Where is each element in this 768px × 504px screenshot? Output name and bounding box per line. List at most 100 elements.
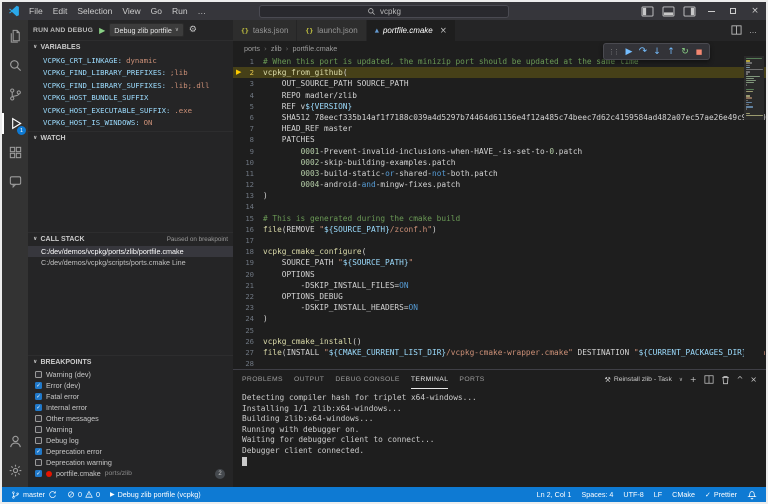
close-panel-icon[interactable]: × xyxy=(750,375,757,384)
line-number[interactable]: 18 xyxy=(233,246,263,257)
terminal-profile-chevron-icon[interactable]: ∨ xyxy=(679,377,683,383)
panel-tab-terminal[interactable]: TERMINAL xyxy=(411,370,449,389)
search-activity-icon[interactable] xyxy=(2,51,28,80)
source-control-icon[interactable] xyxy=(2,80,28,109)
task-indicator[interactable]: ⚒ Reinstall zlib - Task xyxy=(605,376,672,384)
restart-button[interactable]: ↻ xyxy=(678,47,692,57)
explorer-icon[interactable] xyxy=(2,22,28,51)
menu-item[interactable]: Selection xyxy=(72,2,117,20)
breakpoint-row[interactable]: ✓Internal error xyxy=(28,402,233,413)
menu-item[interactable]: Go xyxy=(146,2,167,20)
line-number[interactable]: 11 xyxy=(233,168,263,179)
line-number[interactable]: 21 xyxy=(233,280,263,291)
callstack-section-header[interactable]: ∨ CALL STACK Paused on breakpoint xyxy=(28,232,233,245)
breakpoint-row[interactable]: Other messages xyxy=(28,413,233,424)
kill-terminal-icon[interactable] xyxy=(721,375,730,385)
line-number[interactable]: 13 xyxy=(233,190,263,201)
panel-tab-output[interactable]: OUTPUT xyxy=(294,370,324,389)
variable-row[interactable]: VCPKG_CRT_LINKAGE:dynamic xyxy=(28,54,233,67)
cursor-position[interactable]: Ln 2, Col 1 xyxy=(532,487,577,502)
line-number[interactable]: 1 xyxy=(233,56,263,67)
menu-item[interactable]: … xyxy=(193,2,212,20)
breadcrumb-item[interactable]: portfile.cmake xyxy=(293,44,338,53)
panel-tab-debug-console[interactable]: DEBUG CONSOLE xyxy=(335,370,400,389)
close-icon[interactable]: × xyxy=(440,26,447,36)
line-number[interactable]: 5 xyxy=(233,101,263,112)
step-over-button[interactable]: ↷ xyxy=(636,46,650,57)
continue-button[interactable]: ▶ xyxy=(622,47,636,57)
maximize-button[interactable] xyxy=(722,2,744,20)
line-number[interactable]: 20 xyxy=(233,269,263,280)
callstack-frame[interactable]: C:/dev/demos/vcpkg/ports/zlib/portfile.c… xyxy=(28,246,233,257)
split-terminal-icon[interactable] xyxy=(704,375,714,384)
line-number[interactable]: 28 xyxy=(233,358,263,369)
variable-row[interactable]: VCPKG_FIND_LIBRARY_PREFIXES:;lib xyxy=(28,67,233,80)
start-debug-button[interactable]: ▶ xyxy=(99,26,105,35)
breakpoint-checkbox[interactable] xyxy=(35,371,42,378)
minimize-button[interactable] xyxy=(700,2,722,20)
line-number[interactable]: 25 xyxy=(233,325,263,336)
close-button[interactable]: × xyxy=(744,2,766,20)
line-number[interactable]: 17 xyxy=(233,235,263,246)
breakpoint-checkbox[interactable]: ✓ xyxy=(35,404,42,411)
encoding[interactable]: UTF-8 xyxy=(618,487,648,502)
menu-item[interactable]: View xyxy=(117,2,145,20)
variable-row[interactable]: VCPKG_HOST_IS_WINDOWS:ON xyxy=(28,117,233,130)
breakpoint-checkbox[interactable]: ✓ xyxy=(35,448,42,455)
drag-handle-icon[interactable]: ⋮⋮ xyxy=(608,48,618,56)
formatter-status[interactable]: ✓ Prettier xyxy=(700,487,742,502)
line-number[interactable]: 6 xyxy=(233,112,263,123)
breakpoint-row[interactable]: ✓Error (dev) xyxy=(28,380,233,391)
breakpoint-checkbox[interactable] xyxy=(35,426,42,433)
split-editor-icon[interactable] xyxy=(731,25,742,37)
terminal-output[interactable]: Detecting compiler hash for triplet x64-… xyxy=(233,389,766,487)
variables-section-header[interactable]: ∨ VARIABLES xyxy=(28,40,233,53)
line-number[interactable]: 4 xyxy=(233,90,263,101)
line-number[interactable]: 10 xyxy=(233,157,263,168)
toggle-secondary-sidebar-icon[interactable] xyxy=(679,6,700,17)
line-number[interactable]: 26 xyxy=(233,336,263,347)
stop-button[interactable]: ■ xyxy=(692,48,706,56)
breakpoint-checkbox[interactable]: ✓ xyxy=(35,393,42,400)
menu-item[interactable]: File xyxy=(24,2,48,20)
watch-section-header[interactable]: ∨ WATCH xyxy=(28,131,233,144)
line-number[interactable]: 24 xyxy=(233,313,263,324)
breakpoint-checkbox[interactable]: ✓ xyxy=(35,382,42,389)
branch-status[interactable]: master xyxy=(6,487,62,502)
account-icon[interactable] xyxy=(2,427,28,456)
breakpoint-row[interactable]: Deprecation warning xyxy=(28,457,233,468)
line-number[interactable]: 22 xyxy=(233,291,263,302)
breakpoint-row[interactable]: Warning (dev) xyxy=(28,369,233,380)
breadcrumb-item[interactable]: ports xyxy=(244,44,260,53)
new-terminal-icon[interactable]: + xyxy=(690,375,697,384)
breakpoint-checkbox[interactable] xyxy=(35,459,42,466)
line-number[interactable]: 7 xyxy=(233,123,263,134)
breakpoint-checkbox[interactable] xyxy=(35,437,42,444)
eol-sequence[interactable]: LF xyxy=(649,487,667,502)
indentation[interactable]: Spaces: 4 xyxy=(576,487,618,502)
line-number[interactable]: 27 xyxy=(233,347,263,358)
breakpoint-row[interactable]: ✓Fatal error xyxy=(28,391,233,402)
maximize-panel-icon[interactable]: ^ xyxy=(737,375,744,384)
debug-status[interactable]: ▶ Debug zlib portfile (vcpkg) xyxy=(105,487,206,502)
tab-launch.json[interactable]: {}launch.json xyxy=(297,20,366,41)
breakpoint-row[interactable]: Warning xyxy=(28,424,233,435)
minimap-slider[interactable] xyxy=(744,56,764,120)
panel-tab-ports[interactable]: PORTS xyxy=(459,370,484,389)
breakpoint-checkbox[interactable]: ✓ xyxy=(35,470,42,477)
line-number[interactable]: 12 xyxy=(233,179,263,190)
step-into-button[interactable]: ↓ xyxy=(650,47,664,57)
command-center-search[interactable]: vcpkg xyxy=(259,5,509,18)
breakpoint-row[interactable]: ✓Deprecation error xyxy=(28,446,233,457)
menu-item[interactable]: Run xyxy=(167,2,193,20)
toggle-sidebar-icon[interactable] xyxy=(637,6,658,17)
step-out-button[interactable]: ↑ xyxy=(664,47,678,57)
line-number[interactable]: 15 xyxy=(233,213,263,224)
line-number[interactable]: 9 xyxy=(233,146,263,157)
language-mode[interactable]: CMake xyxy=(667,487,700,502)
line-number[interactable]: 8 xyxy=(233,134,263,145)
variable-row[interactable]: VCPKG_FIND_LIBRARY_SUFFIXES:.lib;.dll xyxy=(28,79,233,92)
breadcrumb-item[interactable]: zlib xyxy=(271,44,282,53)
breakpoint-row[interactable]: Debug log xyxy=(28,435,233,446)
menu-item[interactable]: Edit xyxy=(48,2,73,20)
